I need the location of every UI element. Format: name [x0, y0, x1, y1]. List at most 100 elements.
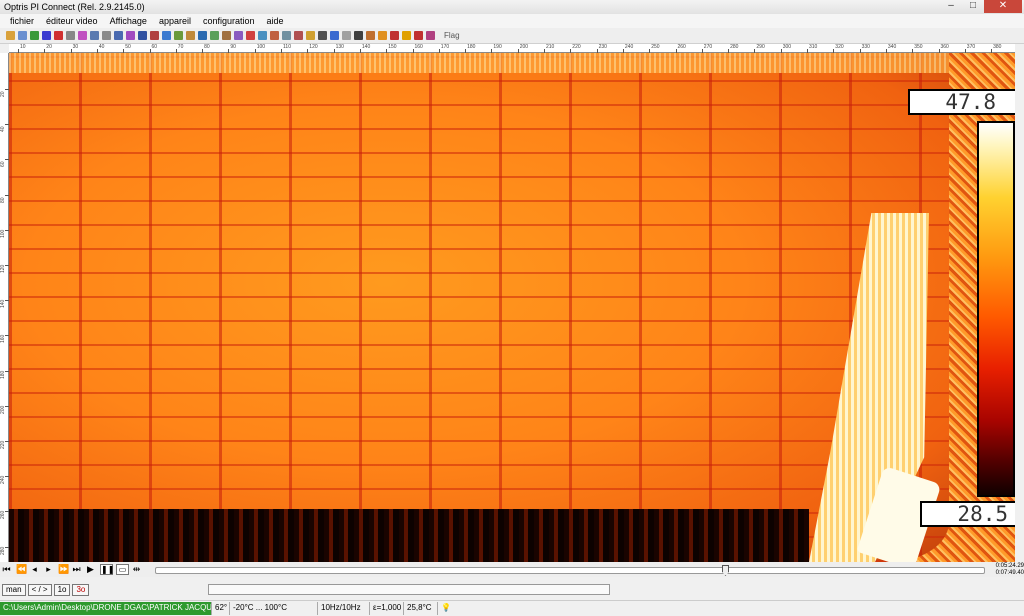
toolbar-tool-icon[interactable] — [18, 31, 27, 40]
toolbar-tool-icon[interactable] — [234, 31, 243, 40]
toolbar-tool-icon[interactable] — [294, 31, 303, 40]
toolbar-tool-icon[interactable] — [150, 31, 159, 40]
toolbar-tool-icon[interactable] — [390, 31, 399, 40]
toolbar-tool-icon[interactable] — [186, 31, 195, 40]
status-frequency: 10Hz/10Hz — [318, 602, 370, 615]
toolbar-tool-icon[interactable] — [126, 31, 135, 40]
rewind-icon[interactable]: ⏪ — [16, 564, 27, 575]
status-bar: C:\Users\Admin\Desktop\DRONE DGAC\PATRIC… — [0, 600, 1024, 616]
one-sigma-button[interactable]: 1o — [53, 584, 71, 596]
ruler-label: 20 — [0, 91, 6, 97]
status-ambient-temp: 25,8°C — [404, 602, 438, 615]
ruler-label: 120 — [0, 264, 6, 273]
ruler-label: 340 — [887, 44, 897, 50]
flag-button[interactable]: Flag — [444, 31, 460, 40]
toolbar-tool-icon[interactable] — [174, 31, 183, 40]
min-temperature-label: 28.5 — [920, 501, 1015, 527]
menu-appareil[interactable]: appareil — [153, 14, 197, 28]
color-scale-bar[interactable] — [977, 121, 1015, 497]
horizontal-ruler: 10 20 30 40 50 60 70 80 90 100 110 120 130 140 150 160 1… — [9, 44, 1015, 53]
toolbar-tool-icon[interactable] — [138, 31, 147, 40]
menu-fichier[interactable]: fichier — [4, 14, 40, 28]
timeline-slider[interactable] — [155, 565, 985, 576]
toolbar-tool-icon[interactable] — [30, 31, 39, 40]
ruler-label: 180 — [467, 44, 476, 50]
manual-button[interactable]: man — [2, 584, 26, 596]
pause-icon[interactable]: ❚❚ — [100, 564, 114, 575]
ruler-label: 360 — [940, 44, 949, 50]
ruler-label: 20 — [46, 44, 52, 50]
toolbar-tool-icon[interactable] — [102, 31, 111, 40]
close-button[interactable]: ✕ — [984, 0, 1022, 13]
window-title: Optris PI Connect (Rel. 2.9.2145.0) — [4, 2, 145, 12]
ruler-label: 110 — [283, 44, 291, 50]
ruler-label: 130 — [335, 44, 344, 50]
minimize-button[interactable]: – — [940, 0, 962, 13]
menu-configuration[interactable]: configuration — [197, 14, 261, 28]
ruler-label: 70 — [177, 44, 184, 50]
toolbar-tool-icon[interactable] — [198, 31, 207, 40]
toolbar-tool-icon[interactable] — [66, 31, 75, 40]
toolbar-tool-icon[interactable] — [426, 31, 435, 40]
toolbar-tool-icon[interactable] — [402, 31, 411, 40]
thermal-image-view[interactable]: 47.8 28.5 — [9, 53, 1015, 562]
ruler-label: 280 — [0, 546, 6, 555]
ruler-label: 200 — [519, 44, 529, 50]
toolbar-tool-icon[interactable] — [342, 31, 351, 40]
toolbar-tool-icon[interactable] — [42, 31, 51, 40]
toolbar-tool-icon[interactable] — [90, 31, 99, 40]
toolbar-tool-icon[interactable] — [210, 31, 219, 40]
total-time: 0:07:49.40 — [995, 570, 1024, 576]
toolbar-tool-icon[interactable] — [282, 31, 291, 40]
menu-affichage[interactable]: Affichage — [104, 14, 153, 28]
ruler-label: 260 — [0, 511, 6, 520]
toolbar-tool-icon[interactable] — [378, 31, 387, 40]
step-back-icon[interactable]: ◂ — [30, 564, 39, 575]
toolbar-tool-icon[interactable] — [114, 31, 123, 40]
status-bulb-icon: 💡 — [441, 603, 450, 612]
toolbar-tool-icon[interactable] — [78, 31, 87, 40]
record-icon[interactable]: ▭ — [116, 564, 129, 575]
toolbar-tool-icon[interactable] — [354, 31, 363, 40]
loop-icon[interactable]: ⇹ — [132, 564, 141, 575]
range-button[interactable]: < / > — [27, 584, 52, 596]
toolbar-tool-icon[interactable] — [54, 31, 63, 40]
toolbar-tool-icon[interactable] — [222, 31, 231, 40]
last-frame-icon[interactable]: ⏭ — [72, 564, 81, 575]
ruler-label: 170 — [440, 44, 450, 50]
ruler-label: 230 — [598, 44, 607, 50]
toolbar-tool-icon[interactable] — [258, 31, 267, 40]
toolbar-tool-icon[interactable] — [306, 31, 315, 40]
ruler-label: 240 — [0, 475, 6, 485]
ruler-label: 240 — [624, 44, 634, 50]
ruler-label: 220 — [572, 44, 581, 50]
ruler-label: 270 — [703, 44, 713, 50]
thermal-tank-top-edge — [9, 53, 949, 73]
ruler-label: 80 — [0, 197, 6, 203]
toolbar-tool-icon[interactable] — [366, 31, 375, 40]
toolbar-tool-icon[interactable] — [414, 31, 423, 40]
toolbar-tool-icon[interactable] — [162, 31, 171, 40]
ruler-label: 140 — [361, 44, 371, 50]
ruler-label: 60 — [0, 161, 6, 168]
ruler-label: 180 — [0, 370, 6, 379]
toolbar-tool-icon[interactable] — [330, 31, 339, 40]
ruler-label: 300 — [782, 44, 792, 50]
play-icon[interactable]: ▸ — [44, 564, 53, 575]
ruler-label: 80 — [204, 44, 210, 50]
toolbar-tool-icon[interactable] — [318, 31, 327, 40]
play-reverse-icon[interactable]: ▶ — [86, 564, 95, 575]
maximize-button[interactable]: □ — [962, 0, 984, 13]
toolbar-tool-icon[interactable] — [270, 31, 279, 40]
first-frame-icon[interactable]: ⏮ — [2, 564, 11, 575]
ruler-label: 140 — [0, 299, 6, 309]
fast-forward-icon[interactable]: ⏩ — [58, 564, 69, 575]
menu-aide[interactable]: aide — [261, 14, 290, 28]
ruler-label: 100 — [0, 229, 6, 238]
status-emissivity: ε=1,000 — [370, 602, 404, 615]
toolbar-tool-icon[interactable] — [6, 31, 15, 40]
menu-bar: fichier éditeur video Affichage appareil… — [0, 14, 1024, 28]
three-sigma-button[interactable]: 3o — [72, 584, 90, 596]
toolbar-tool-icon[interactable] — [246, 31, 255, 40]
menu-editeur-video[interactable]: éditeur video — [40, 14, 104, 28]
